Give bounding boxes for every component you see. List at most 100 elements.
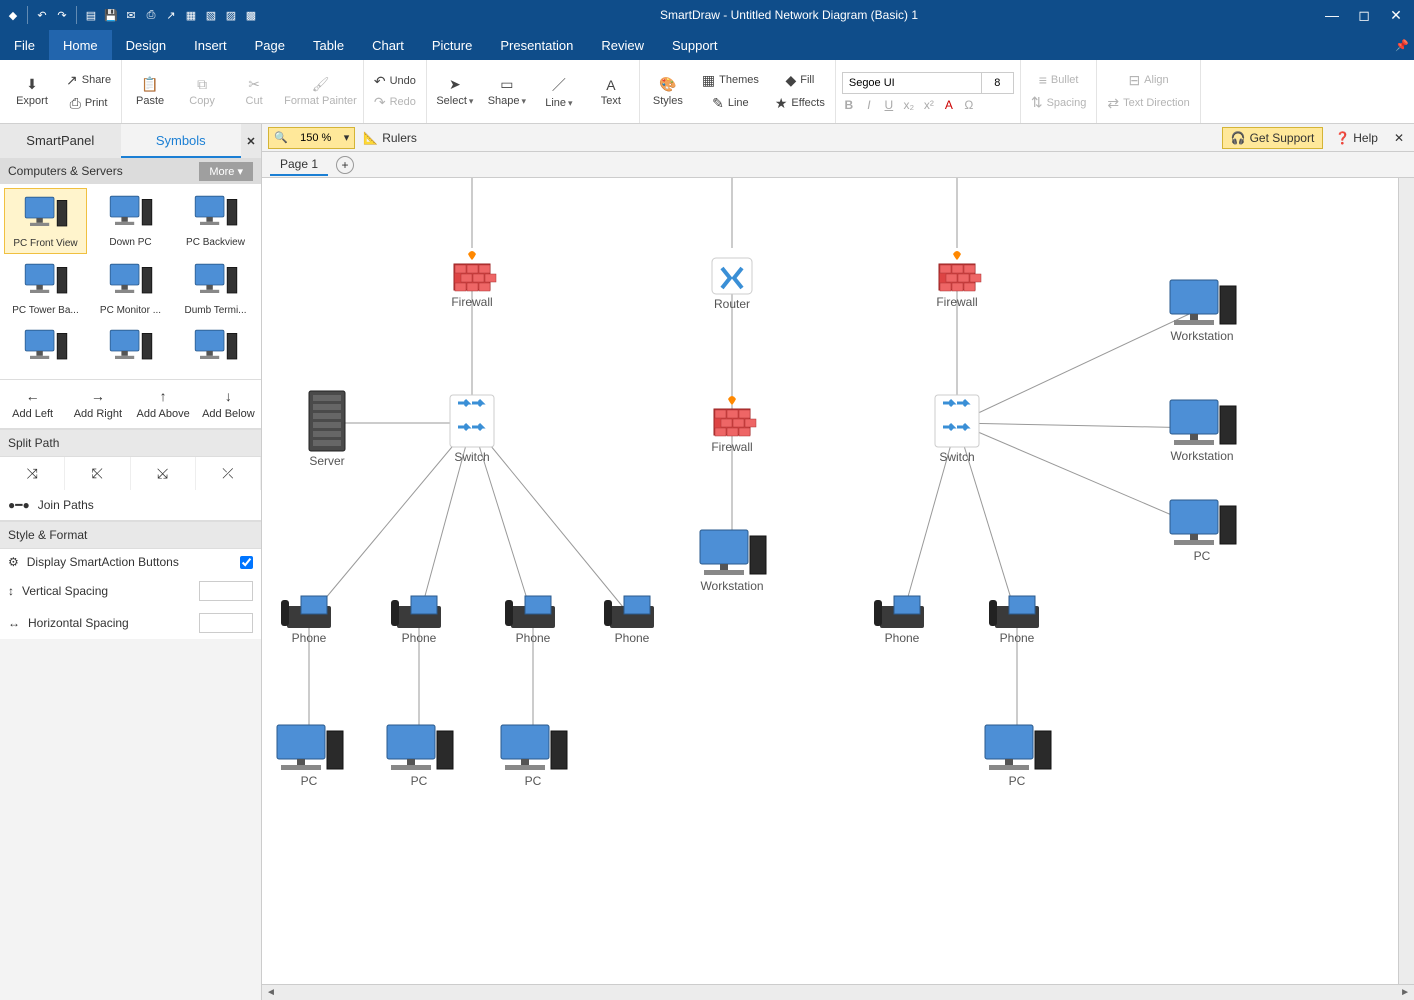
add-page-button[interactable]: + [336,156,354,174]
close-button[interactable]: ✕ [1382,7,1410,24]
node-phone[interactable]: Phone [874,596,924,645]
node-pc[interactable]: PC [985,725,1051,788]
menu-tab-insert[interactable]: Insert [180,30,241,60]
vspacing-input[interactable] [199,581,253,601]
cut-button[interactable]: ✂Cut [232,76,276,107]
share-qat-icon[interactable]: ↗ [162,6,180,24]
underline-button[interactable]: U [882,98,896,112]
split-option-3[interactable]: ⤩ [131,457,196,490]
themes-button[interactable]: ▦Themes [698,70,763,91]
node-phone[interactable]: Phone [604,596,654,645]
node-phone[interactable]: Phone [505,596,555,645]
rulers-button[interactable]: 📐Rulers [363,131,417,145]
symbol-item[interactable]: Dumb Termi... [174,256,257,320]
superscript-button[interactable]: x² [922,98,936,112]
menu-tab-design[interactable]: Design [112,30,180,60]
redo-icon[interactable]: ↷ [53,6,71,24]
join-paths-button[interactable]: ●━●Join Paths [0,490,261,521]
font-size-input[interactable] [982,72,1014,94]
add-left-button[interactable]: ←Add Left [0,380,65,428]
share-button[interactable]: ↗Share [62,70,115,91]
shape-button[interactable]: ▭Shape [485,76,529,107]
node-switch[interactable]: Switch [935,395,979,464]
edge[interactable] [957,423,1202,528]
print-icon[interactable]: ⎙ [142,6,160,24]
undo-button[interactable]: ↶Undo [370,71,420,92]
symbol-item[interactable] [4,322,87,375]
node-pc[interactable]: PC [501,725,567,788]
bullet-button[interactable]: ≡Bullet [1027,70,1091,90]
paste-button[interactable]: 📋Paste [128,76,172,107]
node-router[interactable]: Router [712,258,752,311]
panel-close-icon[interactable]: ✕ [241,124,261,158]
spacing-button[interactable]: ⇅Spacing [1027,92,1091,113]
omega-button[interactable]: Ω [962,98,976,112]
edge[interactable] [472,423,632,618]
node-workstation[interactable]: Workstation [1170,400,1236,463]
redo-button[interactable]: ↷Redo [370,92,420,113]
menu-tab-home[interactable]: Home [49,30,112,60]
display-smartaction-checkbox[interactable] [240,556,253,569]
minimize-button[interactable]: — [1318,7,1346,24]
mail-icon[interactable]: ✉ [122,6,140,24]
zoom-control[interactable]: 🔍 ▾ [268,127,355,149]
font-name-input[interactable] [842,72,982,94]
tab-symbols[interactable]: Symbols [121,124,242,158]
font-color-button[interactable]: A [942,98,956,112]
get-support-button[interactable]: 🎧Get Support [1222,127,1324,149]
menu-tab-picture[interactable]: Picture [418,30,486,60]
line-button[interactable]: ／Line [537,75,581,109]
split-option-4[interactable]: ⤫ [196,457,261,490]
node-firewall[interactable]: Firewall [711,396,756,454]
menu-tab-chart[interactable]: Chart [358,30,418,60]
symbol-item[interactable]: PC Backview [174,188,257,254]
pin-ribbon-icon[interactable]: 📌 [1390,30,1414,60]
help-button[interactable]: ❓Help [1331,131,1382,145]
menu-tab-table[interactable]: Table [299,30,358,60]
line-style-button[interactable]: ✎Line [698,93,763,114]
add-below-button[interactable]: ↓Add Below [196,380,261,428]
node-switch[interactable]: Switch [450,395,494,464]
export-button[interactable]: ⬇Export [10,76,54,107]
node-phone[interactable]: Phone [989,596,1039,645]
node-server[interactable]: Server [309,391,345,468]
fill-button[interactable]: ◆Fill [771,70,829,91]
text-direction-button[interactable]: ⇄Text Direction [1103,93,1193,114]
align-button[interactable]: ⊟Align [1103,70,1193,91]
copy-button[interactable]: ⧉Copy [180,76,224,107]
hspacing-input[interactable] [199,613,253,633]
node-workstation[interactable]: Workstation [1170,280,1236,343]
more-symbols-button[interactable]: More ▾ [199,162,253,181]
zoom-input[interactable] [293,132,339,144]
node-workstation[interactable]: Workstation [700,530,766,593]
edge[interactable] [309,423,472,618]
print-button[interactable]: ⎙Print [62,93,115,114]
add-above-button[interactable]: ↑Add Above [131,380,196,428]
italic-button[interactable]: I [862,98,876,112]
export-img-icon[interactable]: ▧ [202,6,220,24]
node-pc[interactable]: PC [1170,500,1236,563]
add-right-button[interactable]: →Add Right [65,380,130,428]
subscript-button[interactable]: x₂ [902,98,916,112]
symbol-item[interactable]: PC Tower Ba... [4,256,87,320]
symbol-item[interactable]: PC Monitor ... [89,256,172,320]
node-firewall[interactable]: Firewall [451,251,496,309]
menu-tab-presentation[interactable]: Presentation [486,30,587,60]
undo-icon[interactable]: ↶ [33,6,51,24]
node-pc[interactable]: PC [277,725,343,788]
edge[interactable] [957,308,1202,423]
edge[interactable] [957,423,1202,428]
export-other-icon[interactable]: ▩ [242,6,260,24]
new-icon[interactable]: ▤ [82,6,100,24]
diagram-canvas[interactable]: Firewall Router Firewall Server Switch Firewa… [262,178,1414,984]
node-phone[interactable]: Phone [281,596,331,645]
zoom-dropdown-icon[interactable]: ▾ [339,131,355,144]
menu-tab-page[interactable]: Page [241,30,299,60]
page-tab-1[interactable]: Page 1 [270,154,328,176]
node-firewall[interactable]: Firewall [936,251,981,309]
tab-smartpanel[interactable]: SmartPanel [0,124,121,158]
symbol-item[interactable] [174,322,257,375]
maximize-button[interactable]: ◻ [1350,7,1378,24]
symbol-item[interactable] [89,322,172,375]
symbol-item[interactable]: Down PC [89,188,172,254]
